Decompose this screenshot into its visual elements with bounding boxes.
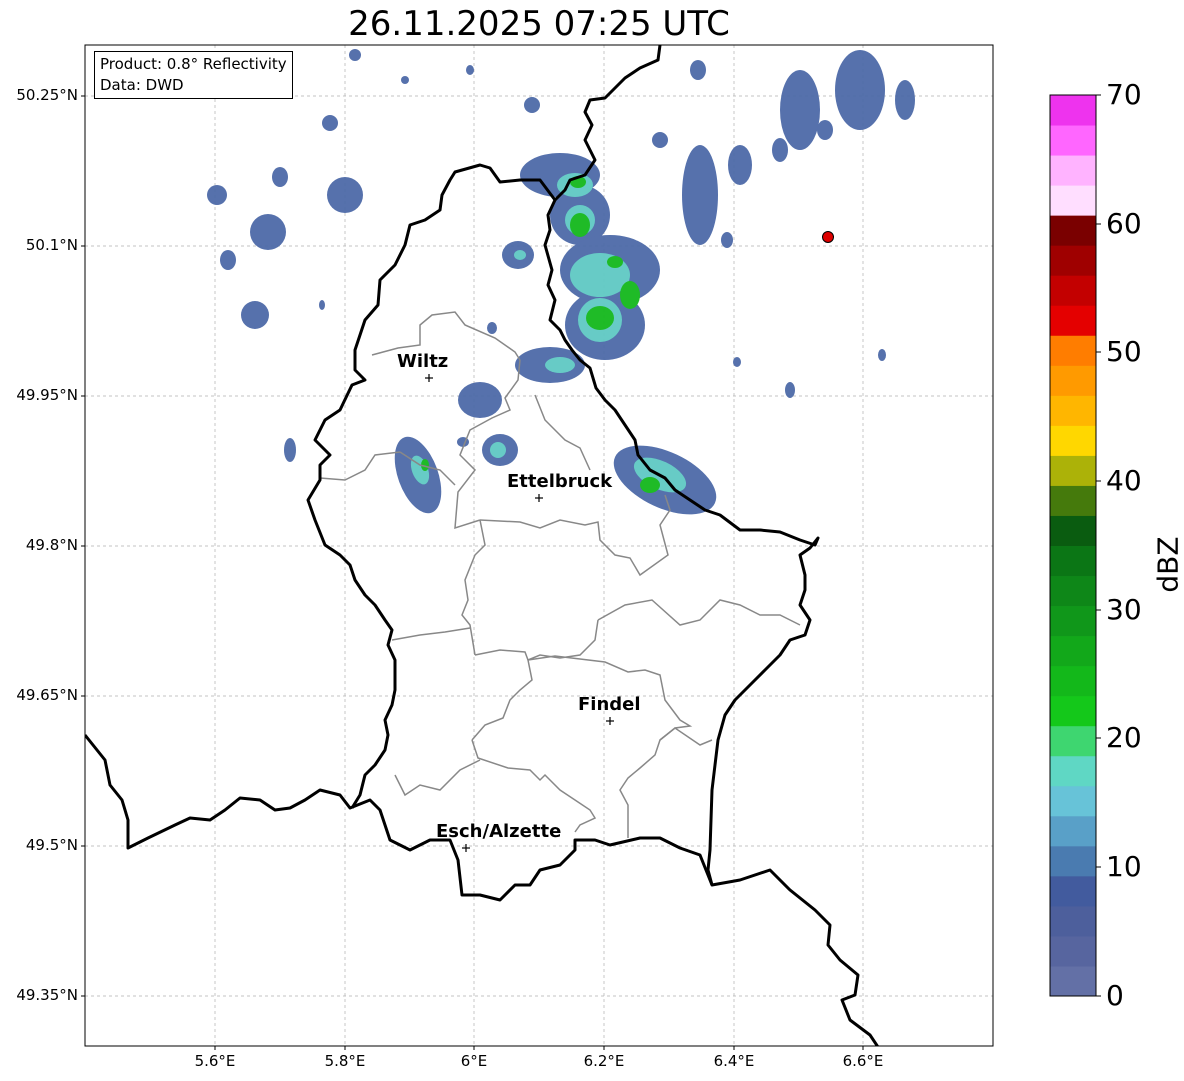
radar-echoes [207,49,915,515]
product-label: Product: 0.8° Reflectivity [100,55,287,73]
colorbar-segment [1050,95,1096,126]
city-label-esch-alzette: Esch/Alzette [436,821,562,842]
colorbar-tick-label: 60 [1106,207,1142,240]
city-label-wiltz: Wiltz [397,351,449,372]
colorbar-segment [1050,875,1096,907]
colorbar-segment [1050,635,1096,667]
colorbar-segment [1050,455,1096,486]
colorbar-segment [1050,695,1096,727]
colorbar-segment [1050,425,1096,456]
colorbar-segment [1050,575,1096,607]
colorbar-segment [1050,395,1096,426]
product-info-box: Product: 0.8° Reflectivity Data: DWD [94,51,293,99]
lon-tick-label: 5.8°E [324,1052,366,1070]
colorbar-tick-label: 70 [1106,78,1142,111]
colorbar-segment [1050,515,1096,546]
colorbar-segment [1050,785,1096,817]
colorbar-tick-label: 0 [1106,979,1124,1012]
colorbar-segment [1050,935,1096,967]
lon-tick-label: 6.6°E [842,1052,884,1070]
colorbar-segment [1050,485,1096,516]
colorbar-segment [1050,185,1096,216]
colorbar-tick-label: 10 [1106,850,1142,883]
colorbar-segment [1050,305,1096,336]
lat-tick-label: 50.25°N [16,86,78,104]
colorbar-segment [1050,845,1096,877]
colorbar-segment [1050,275,1096,306]
colorbar-segment [1050,245,1096,276]
lat-tick-label: 49.95°N [16,386,78,404]
colorbar-segment [1050,545,1096,577]
lon-tick-label: 5.6°E [194,1052,236,1070]
colorbar-segment [1050,755,1096,787]
colorbar-segment [1050,965,1096,997]
colorbar-label: dBZ [1151,536,1184,593]
city-label-findel: Findel [578,694,641,715]
colorbar-segment [1050,725,1096,757]
radar-map [81,44,1101,1050]
colorbar-segment [1050,335,1096,366]
lon-tick-label: 6.2°E [583,1052,625,1070]
colorbar-segment [1050,815,1096,847]
colorbar-segment [1050,605,1096,637]
colorbar-segment [1050,365,1096,396]
lon-tick-label: 6.4°E [713,1052,755,1070]
canton-borders [319,311,801,838]
city-label-ettelbruck: Ettelbruck [507,471,613,492]
colorbar-tick-label: 40 [1106,464,1142,497]
lat-tick-label: 49.5°N [25,836,78,854]
lon-tick-label: 6°E [460,1052,488,1070]
lat-tick-label: 50.1°N [25,236,78,254]
lat-tick-label: 49.65°N [16,686,78,704]
colorbar-segment [1050,155,1096,186]
colorbar-segment [1050,665,1096,697]
lat-tick-label: 49.8°N [25,536,78,554]
colorbar-segment [1050,125,1096,156]
colorbar-tick-label: 20 [1106,721,1142,754]
city-markers [425,374,614,852]
colorbar [1050,95,1096,997]
radar-site-marker [822,231,834,243]
colorbar-segment [1050,905,1096,937]
colorbar-tick-label: 30 [1106,593,1142,626]
lat-tick-label: 49.35°N [16,986,78,1004]
colorbar-tick-label: 50 [1106,335,1142,368]
data-source-label: Data: DWD [100,76,184,94]
colorbar-segment [1050,215,1096,246]
